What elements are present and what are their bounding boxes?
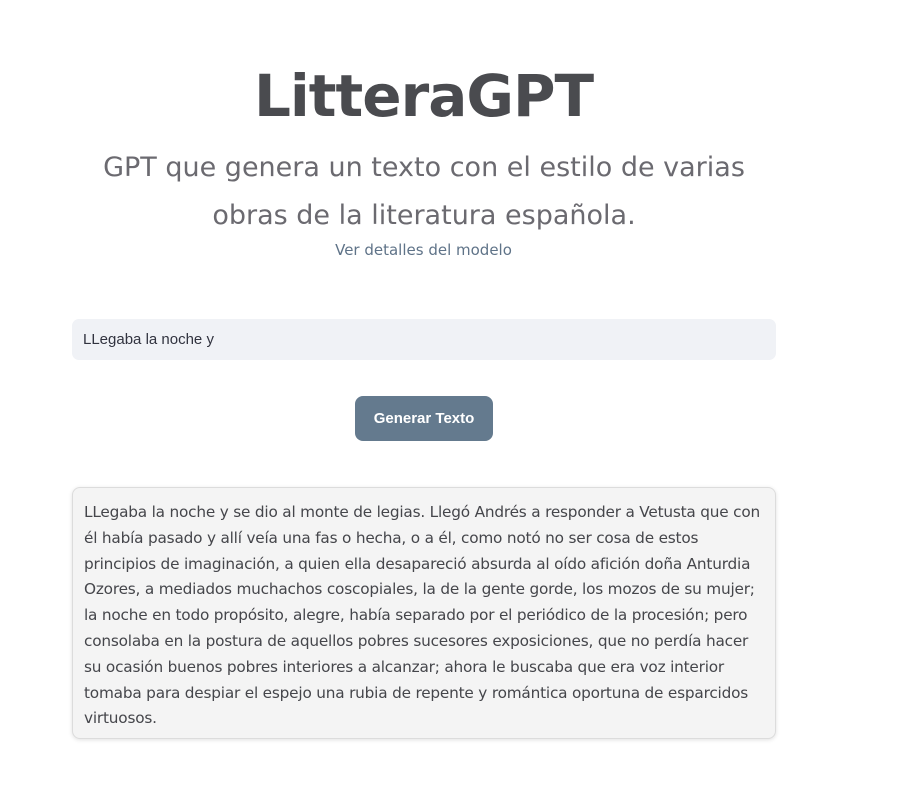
- generated-text: LLegaba la noche y se dio al monte de le…: [84, 503, 761, 728]
- generate-text-button[interactable]: Generar Texto: [355, 396, 493, 441]
- app-title: LitteraGPT: [253, 62, 594, 130]
- prompt-input[interactable]: [72, 319, 776, 360]
- app-subtitle: GPT que genera un texto con el estilo de…: [103, 152, 745, 231]
- model-details-link[interactable]: Ver detalles del modelo: [0, 241, 847, 259]
- generated-text-box: LLegaba la noche y se dio al monte de le…: [72, 487, 776, 739]
